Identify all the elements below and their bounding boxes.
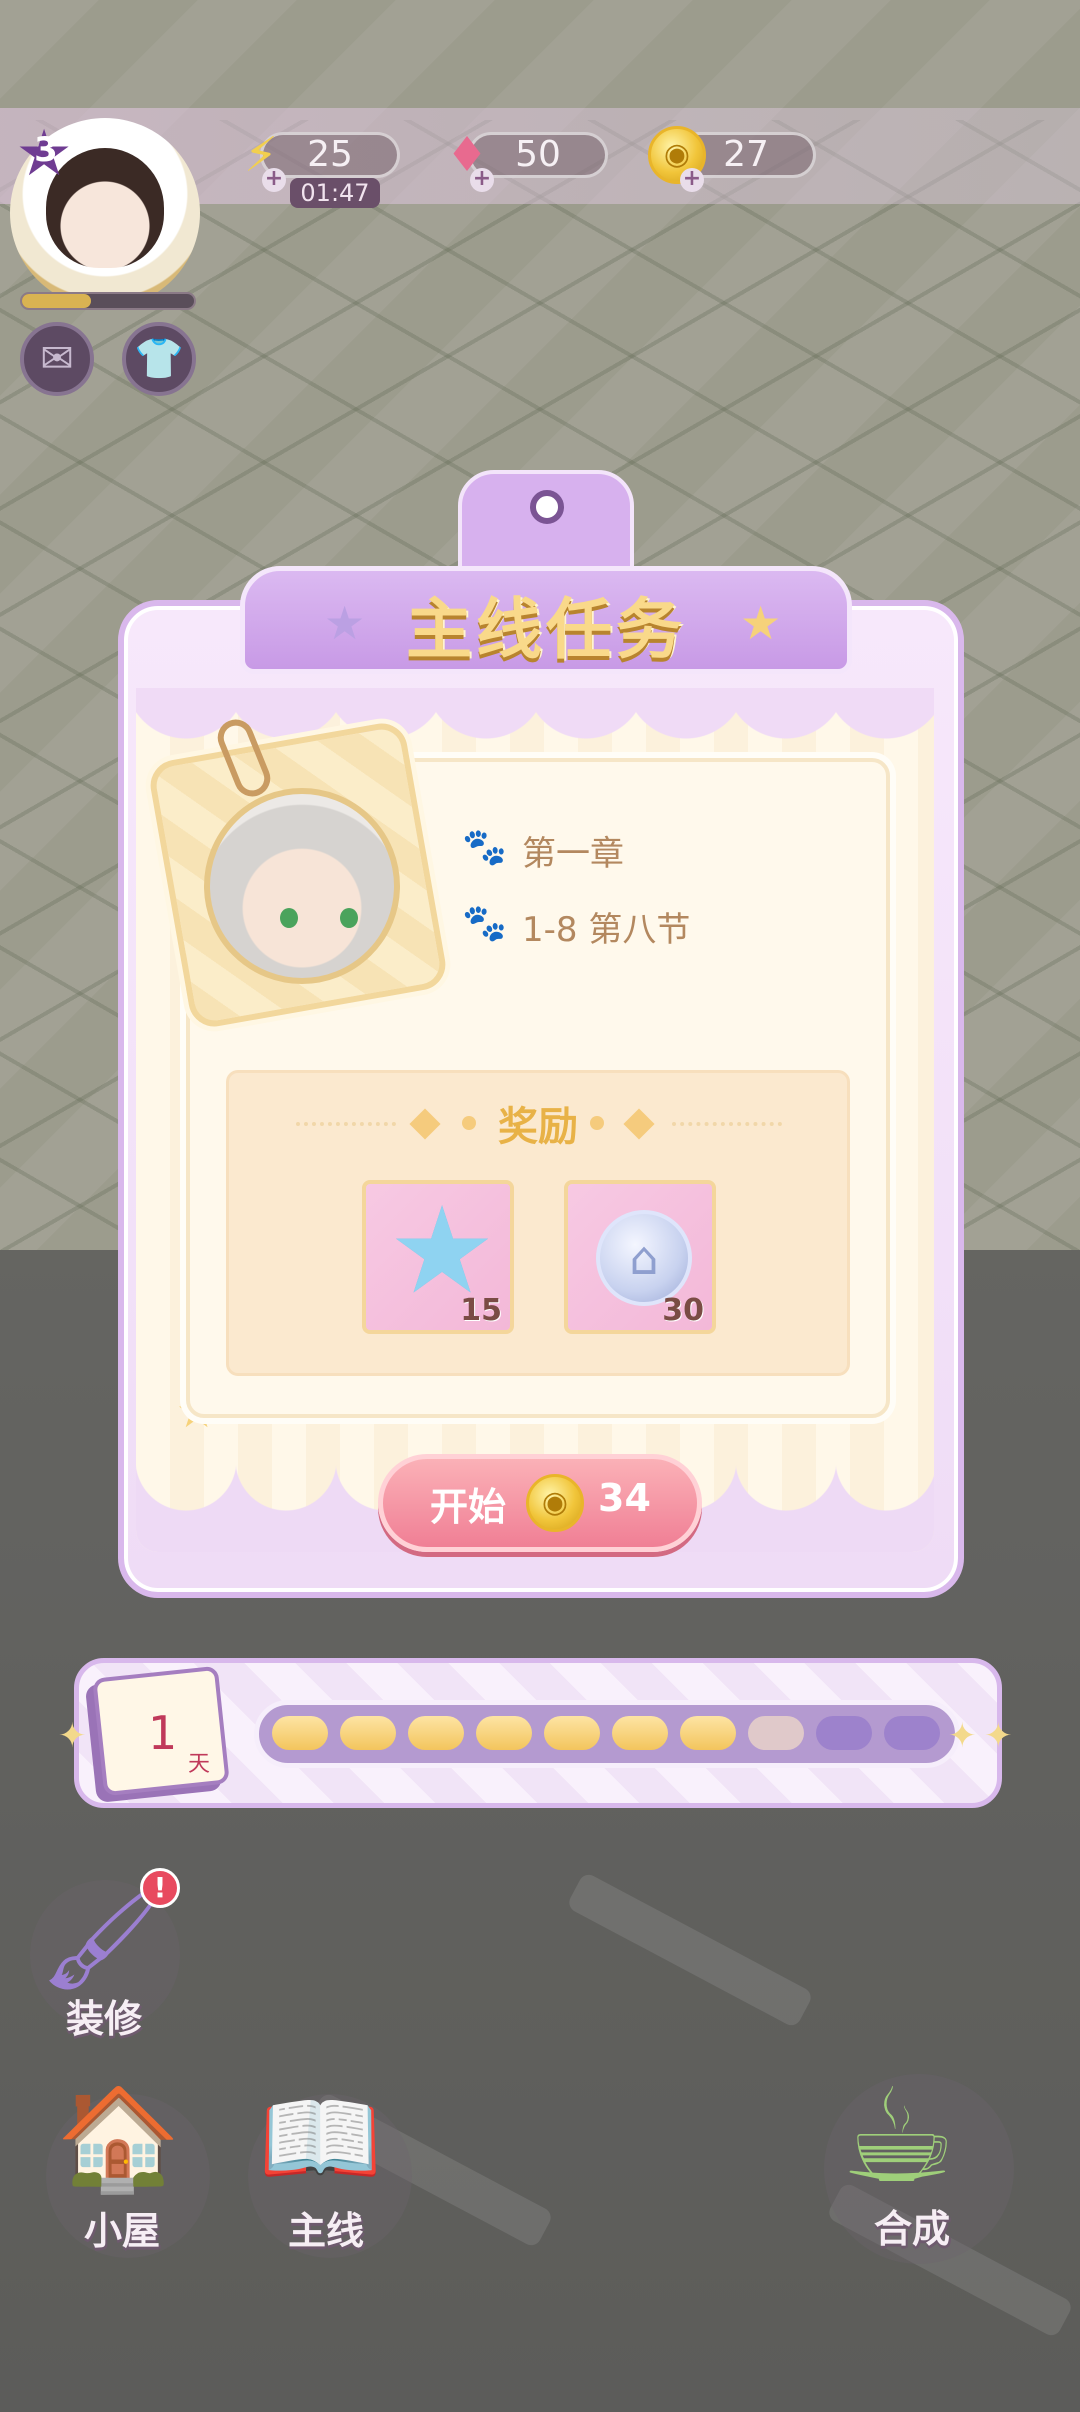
gold-coin-icon: ◉ (526, 1474, 584, 1532)
progress-segment (816, 1716, 872, 1750)
shirt-icon: 👕 (134, 336, 184, 382)
mail-button[interactable]: ✉ (20, 322, 94, 396)
progress-segment (272, 1716, 328, 1750)
start-cost[interactable]: 34 (598, 1476, 651, 1520)
banner-hole (530, 490, 564, 524)
star-icon: ★ (324, 596, 366, 650)
divider (296, 1122, 396, 1128)
energy-value: 25 (307, 134, 353, 175)
book-icon: 📖 (258, 2080, 383, 2197)
reward-count: 30 (662, 1293, 704, 1328)
dot-ornament (462, 1116, 476, 1130)
day-number: 1 (148, 1706, 178, 1760)
progress-segment (612, 1716, 668, 1750)
reward-item-coin[interactable]: ⌂ 30 (564, 1180, 716, 1334)
chapter-label: 第一章 (522, 834, 624, 874)
day-unit: 天 (188, 1752, 211, 1777)
star-icon: ★ (740, 596, 782, 650)
decorate-label[interactable]: 装修 (66, 1988, 142, 2043)
progress-segment (884, 1716, 940, 1750)
progress-segment (748, 1716, 804, 1750)
portrait-eye (340, 908, 358, 928)
merge-label[interactable]: 合成 (874, 2198, 950, 2253)
reward-count: 15 (460, 1293, 502, 1328)
xp-bar (20, 292, 196, 310)
house-icon: 🏠 (56, 2080, 181, 2197)
progress-segment (408, 1716, 464, 1750)
paw-icon: 🐾 (462, 903, 507, 944)
paw-icon: 🐾 (462, 827, 507, 868)
add-coins-button[interactable]: + (680, 168, 704, 192)
progress-segment (476, 1716, 532, 1750)
add-gems-button[interactable]: + (470, 168, 494, 192)
reward-item-star[interactable]: ★ 15 (362, 1180, 514, 1334)
wardrobe-button[interactable]: 👕 (122, 322, 196, 396)
house-label[interactable]: 小屋 (84, 2200, 160, 2255)
section-label: 1-8 第八节 (522, 910, 691, 950)
dot-ornament (590, 1116, 604, 1130)
player-level: 3 (34, 130, 58, 170)
portrait-eye (280, 908, 298, 928)
coin-value: 27 (723, 134, 769, 175)
main-story-label[interactable]: 主线 (288, 2200, 364, 2255)
start-button-label[interactable]: 开始 (430, 1476, 506, 1531)
mail-icon: ✉ (40, 336, 74, 382)
character-portrait (204, 788, 400, 984)
progress-segment (340, 1716, 396, 1750)
sparkle-icon: ✦ (984, 1716, 1013, 1756)
house-coin-icon: ⌂ (596, 1210, 692, 1306)
teacup-icon: ☕ (840, 2060, 957, 2212)
progress-segment (680, 1716, 736, 1750)
divider (672, 1122, 782, 1128)
energy-timer: 01:47 (290, 178, 380, 208)
sparkle-icon: ✦ (948, 1716, 977, 1756)
gem-value: 50 (515, 134, 561, 175)
notification-badge: ! (140, 1868, 180, 1908)
sparkle-icon: ✦ (58, 1716, 87, 1756)
add-energy-button[interactable]: + (262, 168, 286, 192)
progress-segment (544, 1716, 600, 1750)
xp-bar-fill (22, 294, 91, 308)
